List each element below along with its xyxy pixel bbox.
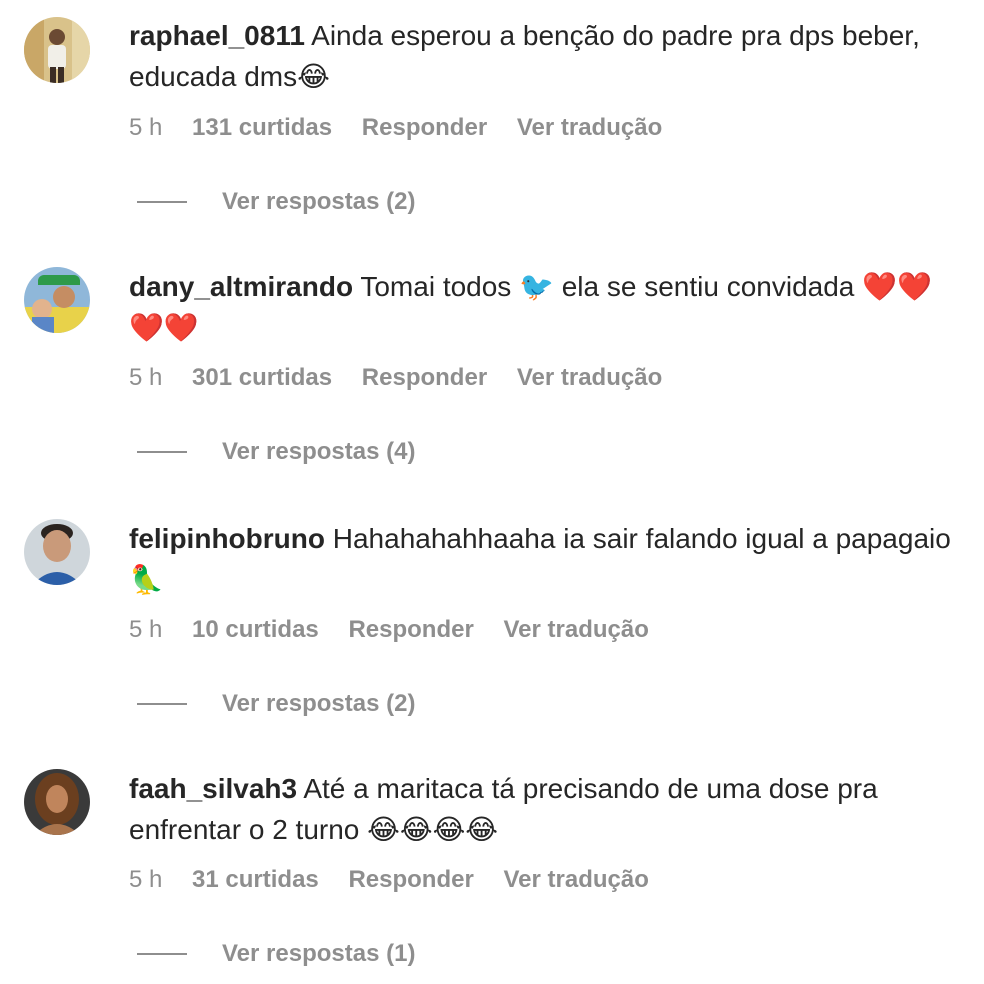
view-replies-label: Ver respostas (4): [222, 438, 416, 465]
translate-button[interactable]: Ver tradução: [503, 616, 648, 643]
view-replies-label: Ver respostas (2): [222, 188, 416, 215]
view-replies-label: Ver respostas (1): [222, 940, 416, 967]
reply-button[interactable]: Responder: [362, 364, 487, 391]
comment-likes-count[interactable]: 31 curtidas: [192, 866, 319, 893]
replies-divider-line: [137, 952, 187, 955]
comment-text-block: dany_altmirando Tomai todos 🐦 ela se sen…: [129, 266, 964, 348]
replies-divider-line: [137, 450, 187, 453]
user-avatar-icon: [24, 267, 90, 333]
reply-button[interactable]: Responder: [348, 866, 473, 893]
comment-username[interactable]: felipinhobruno: [129, 523, 325, 554]
user-avatar-icon: [24, 769, 90, 835]
view-replies-label: Ver respostas (2): [222, 690, 416, 717]
view-replies-button[interactable]: Ver respostas (1): [137, 939, 415, 969]
translate-button[interactable]: Ver tradução: [517, 364, 662, 391]
view-replies-button[interactable]: Ver respostas (2): [137, 187, 415, 217]
comment-meta: 5 h 10 curtidas Responder Ver tradução: [129, 615, 672, 645]
comment-text-block: faah_silvah3 Até a maritaca tá precisand…: [129, 768, 964, 850]
comment-username[interactable]: raphael_0811: [129, 20, 305, 51]
avatar[interactable]: [24, 267, 90, 333]
replies-divider-line: [137, 200, 187, 203]
avatar[interactable]: [24, 17, 90, 83]
comment-username[interactable]: faah_silvah3: [129, 773, 297, 804]
view-replies-button[interactable]: Ver respostas (4): [137, 437, 415, 467]
comment-timestamp: 5 h: [129, 866, 163, 893]
replies-divider-line: [137, 702, 187, 705]
comment-text-block: felipinhobruno Hahahahahhaaha ia sair fa…: [129, 518, 964, 600]
translate-button[interactable]: Ver tradução: [517, 114, 662, 141]
reply-button[interactable]: Responder: [348, 616, 473, 643]
comment-text-block: raphael_0811 Ainda esperou a benção do p…: [129, 15, 964, 97]
translate-button[interactable]: Ver tradução: [503, 866, 648, 893]
view-replies-button[interactable]: Ver respostas (2): [137, 689, 415, 719]
reply-button[interactable]: Responder: [362, 114, 487, 141]
comment-likes-count[interactable]: 301 curtidas: [192, 364, 332, 391]
avatar[interactable]: [24, 519, 90, 585]
user-avatar-icon: [24, 519, 90, 585]
comment-timestamp: 5 h: [129, 616, 163, 643]
comment-timestamp: 5 h: [129, 364, 163, 391]
user-avatar-icon: [24, 17, 90, 83]
comment-meta: 5 h 31 curtidas Responder Ver tradução: [129, 865, 672, 895]
comment-likes-count[interactable]: 10 curtidas: [192, 616, 319, 643]
comment-username[interactable]: dany_altmirando: [129, 271, 353, 302]
comment-likes-count[interactable]: 131 curtidas: [192, 114, 332, 141]
avatar[interactable]: [24, 769, 90, 835]
comment-timestamp: 5 h: [129, 114, 163, 141]
comment-meta: 5 h 131 curtidas Responder Ver tradução: [129, 113, 685, 143]
comment-meta: 5 h 301 curtidas Responder Ver tradução: [129, 363, 685, 393]
